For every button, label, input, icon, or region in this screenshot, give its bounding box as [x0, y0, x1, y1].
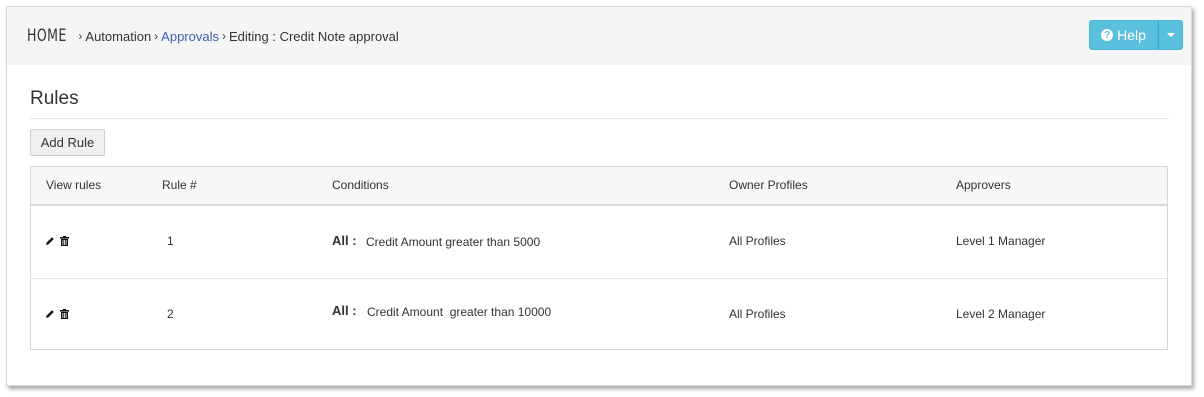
pencil-icon[interactable]	[45, 236, 55, 246]
question-circle-icon: ?	[1101, 29, 1114, 41]
top-bar: HOME › Automation › Approvals › Editing …	[7, 7, 1191, 65]
header-owner-profiles: Owner Profiles	[729, 178, 808, 192]
chevron-right-icon: ›	[154, 29, 159, 43]
condition-scope: All :	[332, 303, 357, 318]
add-rule-button[interactable]: Add Rule	[30, 129, 105, 156]
condition-text: Credit Amount greater than 10000	[367, 305, 552, 319]
help-button-group: ? Help	[1089, 20, 1183, 50]
rules-table: View rules Rule # Conditions Owner Profi…	[30, 166, 1168, 350]
approvers: Level 1 Manager	[956, 234, 1046, 248]
header-approvers: Approvers	[956, 178, 1011, 192]
row-actions	[45, 236, 69, 246]
row-actions	[45, 309, 69, 319]
header-conditions: Conditions	[332, 178, 389, 192]
condition-scope: All :	[332, 233, 357, 248]
breadcrumb-current: Editing : Credit Note approval	[228, 28, 399, 44]
panel: HOME › Automation › Approvals › Editing …	[6, 6, 1192, 386]
chevron-right-icon: ›	[221, 29, 226, 43]
rule-number: 1	[167, 234, 174, 248]
section-title: Rules	[30, 88, 79, 109]
help-label: Help	[1117, 27, 1146, 43]
divider	[30, 118, 1169, 119]
chevron-right-icon: ›	[78, 29, 83, 43]
header-rule-number: Rule #	[162, 178, 197, 192]
owner-profiles: All Profiles	[729, 234, 786, 248]
caret-down-icon	[1166, 33, 1175, 37]
breadcrumb-automation[interactable]: Automation	[85, 29, 151, 44]
owner-profiles: All Profiles	[729, 307, 786, 321]
condition-text: Credit Amount greater than 5000	[366, 235, 541, 249]
pencil-icon[interactable]	[45, 309, 55, 319]
header-view-rules: View rules	[46, 178, 102, 192]
approvers: Level 2 Manager	[956, 307, 1046, 321]
table-row: 1 All : Credit Amount greater than 5000 …	[31, 206, 1167, 279]
help-button[interactable]: ? Help	[1089, 20, 1158, 50]
help-dropdown-toggle[interactable]	[1158, 20, 1183, 50]
rule-number: 2	[167, 307, 174, 321]
trash-icon[interactable]	[60, 236, 69, 246]
table-row: 2 All : Credit Amount greater than 10000…	[31, 279, 1167, 351]
breadcrumb: HOME › Automation › Approvals › Editing …	[27, 26, 399, 46]
breadcrumb-approvals[interactable]: Approvals	[161, 29, 219, 44]
table-header: View rules Rule # Conditions Owner Profi…	[31, 167, 1167, 206]
breadcrumb-home[interactable]: HOME	[27, 26, 67, 46]
trash-icon[interactable]	[60, 309, 69, 319]
